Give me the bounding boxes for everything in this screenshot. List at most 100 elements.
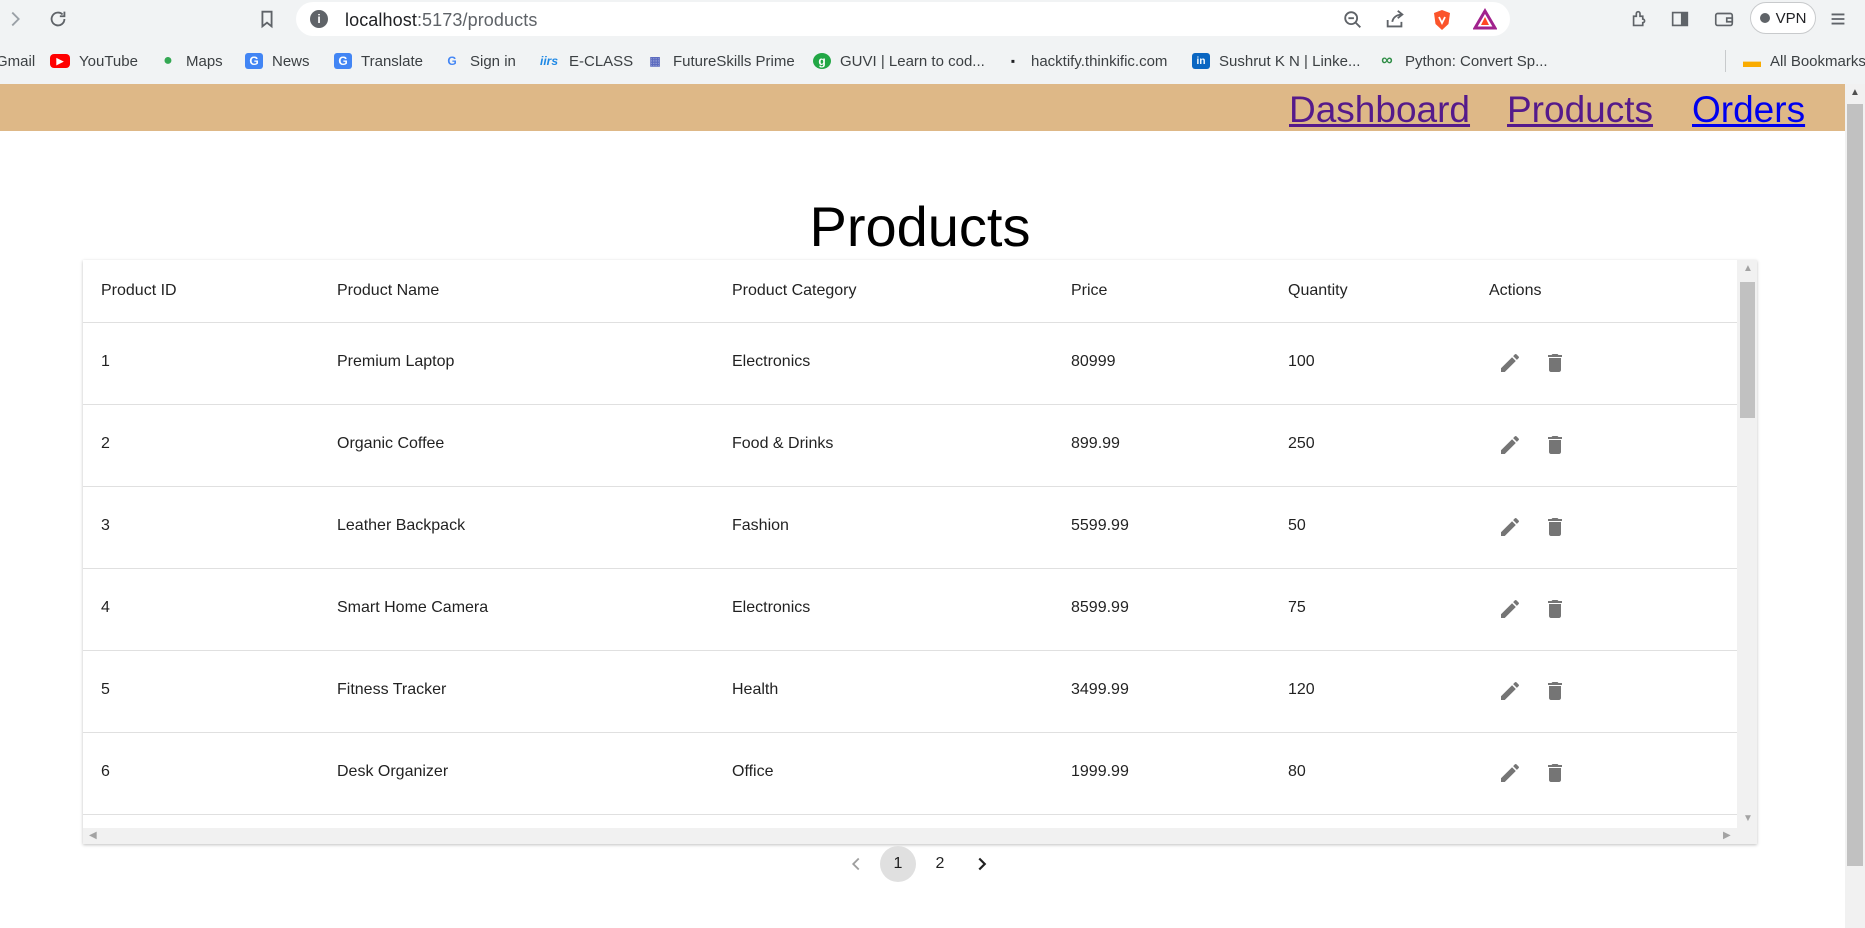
scroll-right-arrow-icon[interactable]: ▶ [1723,831,1731,841]
scroll-down-arrow-icon[interactable]: ▼ [1743,814,1753,824]
zoom-icon[interactable] [1341,8,1365,32]
nav-link-orders[interactable]: Orders [1692,89,1805,131]
cell-product-category: Food & Drinks [732,435,834,452]
cell-product-name: Smart Home Camera [337,599,489,616]
table-horizontal-scrollbar[interactable]: ◀ ▶ [83,828,1757,844]
bookmark-futureskills[interactable]: ▦ FutureSkills Prime [646,50,795,72]
bookmark-label: Python: Convert Sp... [1405,52,1548,70]
address-bar[interactable]: i localhost:5173/products [296,2,1510,36]
delete-icon[interactable] [1541,349,1569,377]
bookmark-label: hacktify.thinkific.com [1031,52,1168,70]
futureskills-icon: ▦ [649,54,661,68]
page-scroll-thumb[interactable] [1847,104,1863,866]
vpn-button[interactable]: VPN [1750,2,1816,34]
delete-icon[interactable] [1541,431,1569,459]
bookmark-star-icon[interactable] [254,6,280,32]
bookmark-sign-in[interactable]: G Sign in [443,50,516,72]
cell-product-id: 6 [101,763,110,780]
cell-quantity: 80 [1288,763,1306,780]
scroll-up-arrow-icon[interactable]: ▲ [1743,264,1753,274]
table-header-row: Product ID Product Name Product Category… [83,260,1737,323]
bookmark-maps[interactable]: ● Maps [159,50,223,72]
column-header-product-id[interactable]: Product ID [101,282,177,300]
delete-icon[interactable] [1541,677,1569,705]
cell-product-category: Electronics [732,599,811,616]
bookmark-hacktify[interactable]: ▪ hacktify.thinkific.com [1004,50,1168,72]
page-vertical-scrollbar[interactable]: ▲ [1845,84,1865,928]
bookmark-translate[interactable]: G Translate [334,50,423,72]
brave-shields-icon[interactable] [1430,8,1454,32]
sidebar-icon[interactable] [1667,6,1693,32]
column-header-actions: Actions [1489,282,1542,299]
edit-icon[interactable] [1496,513,1524,541]
folder-icon: ▬ [1743,50,1761,71]
cell-price: 1999.99 [1071,763,1129,780]
extensions-icon[interactable] [1627,6,1653,32]
column-header-product-category[interactable]: Product Category [732,282,857,300]
url-text[interactable]: localhost:5173/products [345,10,537,31]
share-icon[interactable] [1383,8,1407,32]
next-page-button[interactable] [964,846,1000,882]
bookmark-label: Maps [186,52,223,70]
edit-icon[interactable] [1496,759,1524,787]
cell-product-id: 2 [101,435,110,452]
google-news-icon: G [245,53,263,69]
bookmark-news[interactable]: G News [245,50,310,72]
bookmark-label: E-CLASS [569,52,634,70]
menu-icon[interactable] [1825,6,1851,32]
previous-page-button[interactable] [838,846,874,882]
delete-icon[interactable] [1541,513,1569,541]
cell-product-name: Premium Laptop [337,353,455,370]
hacktify-icon: ▪ [1010,54,1016,68]
bookmark-all-bookmarks[interactable]: ▬ All Bookmarks [1725,50,1865,72]
column-header-price[interactable]: Price [1071,282,1107,300]
edit-icon[interactable] [1496,349,1524,377]
page-title: Products [809,195,1031,258]
edit-icon[interactable] [1496,431,1524,459]
site-info-icon[interactable]: i [310,10,328,28]
cell-product-id: 1 [101,353,110,370]
column-header-quantity[interactable]: Quantity [1288,282,1348,300]
bookmark-label: News [272,52,310,70]
table-vertical-scroll-thumb[interactable] [1740,282,1755,418]
bookmarks-bar: Gmail ▶ YouTube ● Maps G News G Translate GS… [0,44,1865,78]
table-row: 2 Organic Coffee Food & Drinks 899.99 250 [83,405,1737,487]
delete-icon[interactable] [1541,595,1569,623]
brave-rewards-icon[interactable] [1473,8,1497,32]
cell-product-name: Organic Coffee [337,435,445,452]
bookmark-label: Gmail [0,52,36,70]
wallet-icon[interactable] [1711,6,1737,32]
edit-icon[interactable] [1496,677,1524,705]
column-header-product-name[interactable]: Product Name [337,282,439,300]
url-host: localhost [345,10,417,30]
cell-product-id: 3 [101,517,110,534]
bookmark-youtube[interactable]: ▶ YouTube [50,50,138,72]
scroll-left-arrow-icon[interactable]: ◀ [89,831,97,841]
page-viewport: Dashboard Products Orders Products Produ… [0,84,1865,928]
delete-icon[interactable] [1541,759,1569,787]
bookmark-gmail[interactable]: Gmail [0,50,35,72]
nav-link-products[interactable]: Products [1507,89,1653,131]
bookmark-linkedin[interactable]: in Sushrut K N | Linke... [1192,50,1360,72]
cell-quantity: 75 [1288,599,1306,616]
page-button-2[interactable]: 2 [922,846,958,882]
bookmark-label: Sushrut K N | Linke... [1219,52,1361,70]
table-vertical-scrollbar[interactable]: ▲ ▼ [1737,260,1757,828]
cell-product-category: Office [732,763,774,780]
edit-icon[interactable] [1496,595,1524,623]
bookmark-label: GUVI | Learn to cod... [840,52,985,70]
page-button-1[interactable]: 1 [880,846,916,882]
page-scroll-up-arrow-icon[interactable]: ▲ [1850,88,1860,98]
bookmark-guvi[interactable]: g GUVI | Learn to cod... [813,50,985,72]
forward-icon[interactable] [2,6,28,32]
google-icon: G [447,54,457,68]
nav-link-dashboard[interactable]: Dashboard [1289,89,1470,131]
bookmark-python-convert[interactable]: ∞ Python: Convert Sp... [1378,50,1548,72]
cell-quantity: 250 [1288,435,1315,452]
cell-price: 8599.99 [1071,599,1129,616]
table-row: 1 Premium Laptop Electronics 80999 100 [83,323,1737,405]
pagination: 1 2 [838,846,988,882]
bookmark-e-class[interactable]: iirs E-CLASS [538,50,633,72]
bookmark-label: FutureSkills Prime [673,52,795,70]
reload-icon[interactable] [45,6,71,32]
